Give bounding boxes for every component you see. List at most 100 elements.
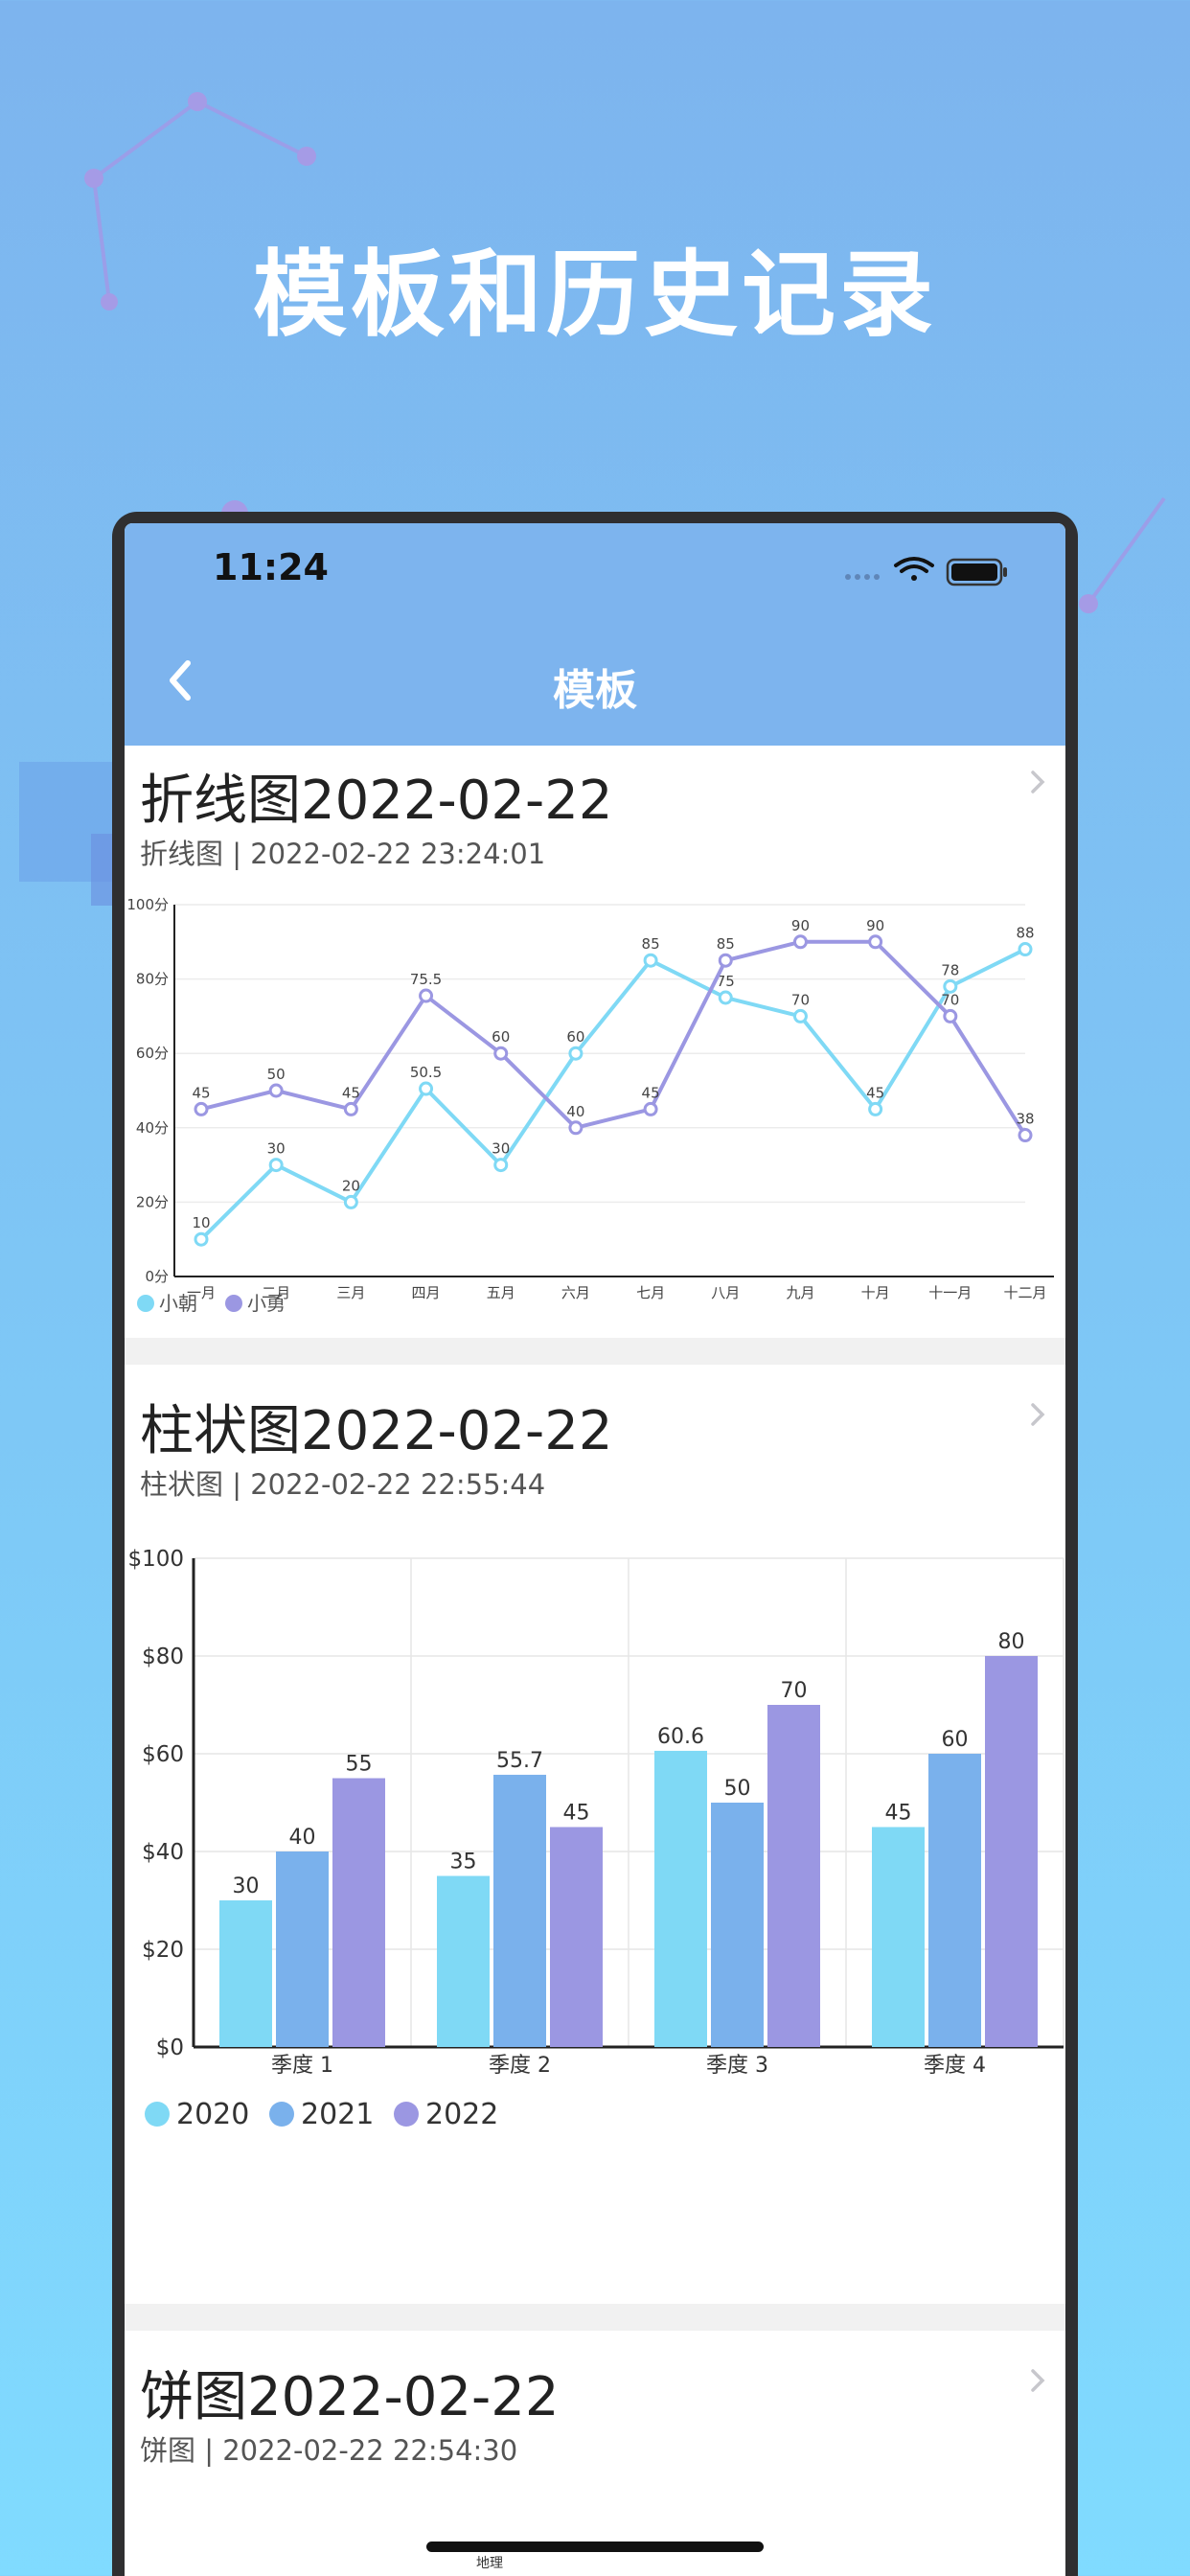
bar — [928, 1754, 981, 2047]
navigation-bar: 11:24 模板 — [125, 523, 1065, 746]
card-subtitle: 柱状图 | 2022-02-22 22:55:44 — [140, 1468, 546, 1501]
template-card-pie[interactable]: 饼图2022-02-22 饼图 | 2022-02-22 22:54:30 — [125, 2331, 1065, 2576]
data-label: 78 — [941, 961, 959, 978]
bar-chart: $0 $20 $40 $60 $80 $100 30 40 55 季度 1 35 55.7 45 季度 2… — [127, 1547, 1064, 2078]
y-tick-label: $100 — [127, 1547, 184, 1572]
data-label: 45 — [866, 1084, 884, 1101]
x-tick-label: 季度 3 — [706, 2054, 768, 2078]
legend-marker — [145, 2102, 170, 2127]
y-tick-label: 0分 — [145, 1268, 169, 1285]
legend-label: 2022 — [425, 2098, 498, 2131]
data-point — [493, 1158, 509, 1173]
legend-marker — [394, 2102, 419, 2127]
data-label: 20 — [342, 1177, 360, 1194]
data-label: 80 — [998, 1630, 1025, 1654]
series-line-小勇 — [200, 939, 1027, 1137]
data-label: 30 — [233, 1874, 260, 1898]
data-point — [343, 1194, 358, 1209]
data-point — [643, 1101, 658, 1116]
data-label: 45 — [342, 1084, 360, 1101]
data-point — [568, 1120, 584, 1136]
data-point — [792, 934, 808, 950]
bar — [711, 1803, 764, 2047]
data-label: 40 — [566, 1103, 584, 1120]
data-label: 85 — [717, 935, 735, 953]
x-tick-label: 十月 — [861, 1284, 890, 1301]
line-chart: 0分20分40分60分80分100分一月 二月 三月 四月 五月 六月 七月 八月 九月 十月 十一… — [126, 896, 1054, 1315]
status-time: 11:24 — [213, 546, 329, 588]
data-label: 10 — [192, 1214, 210, 1231]
data-label: 45 — [642, 1084, 660, 1101]
data-point — [268, 1158, 284, 1173]
data-point — [792, 1008, 808, 1024]
x-tick-label: 五月 — [487, 1284, 515, 1301]
phone-screen: 11:24 模板 折线图2022-02-22 折线图 | 2022-02-22 … — [125, 523, 1065, 2576]
section-divider — [125, 2304, 1065, 2331]
card-title: 柱状图2022-02-22 — [140, 1400, 613, 1462]
data-label: 70 — [791, 991, 810, 1008]
chevron-right-icon — [1031, 1403, 1045, 1426]
card-subtitle: 折线图 | 2022-02-22 23:24:01 — [140, 838, 546, 870]
series-line-小朝 — [199, 947, 1026, 1241]
y-tick-label: $60 — [142, 1742, 184, 1767]
bar — [219, 1900, 272, 2047]
data-label: 60 — [566, 1028, 584, 1046]
y-tick-label: 20分 — [136, 1193, 169, 1210]
data-point — [718, 953, 733, 968]
nav-title: 模板 — [553, 666, 637, 715]
bar — [872, 1827, 925, 2047]
data-label: 38 — [1016, 1111, 1034, 1128]
data-point — [568, 1046, 584, 1061]
card-title: 饼图2022-02-22 — [140, 2366, 560, 2428]
data-label: 85 — [642, 935, 660, 953]
card-title: 折线图2022-02-22 — [140, 770, 613, 832]
home-indicator[interactable] — [426, 2542, 764, 2552]
bar — [276, 1852, 329, 2047]
x-tick-label: 十一月 — [928, 1284, 972, 1301]
bar — [654, 1750, 707, 2047]
data-point — [419, 988, 434, 1003]
data-label: 55 — [346, 1753, 373, 1777]
data-point — [343, 1101, 358, 1116]
chevron-right-icon — [1031, 770, 1045, 794]
data-label: 55.7 — [496, 1749, 543, 1773]
x-tick-label: 十二月 — [1003, 1284, 1046, 1301]
x-tick-label: 季度 2 — [489, 2054, 551, 2078]
data-point — [643, 953, 658, 968]
data-label: 30 — [267, 1140, 286, 1158]
bar-chart-legend: 2020 2021 2022 — [145, 2098, 498, 2131]
chevron-right-icon — [1031, 2369, 1045, 2392]
y-tick-label: 80分 — [136, 971, 169, 988]
x-tick-label: 六月 — [561, 1284, 590, 1301]
legend-label: 小勇 — [247, 1292, 286, 1315]
legend-label: 小朝 — [159, 1292, 197, 1315]
data-label: 45 — [192, 1084, 210, 1101]
section-divider — [125, 1338, 1065, 1365]
data-label: 35 — [450, 1851, 477, 1874]
data-point — [493, 1046, 509, 1061]
x-tick-label: 八月 — [711, 1284, 740, 1301]
bar — [767, 1705, 820, 2047]
status-icons — [840, 552, 1013, 594]
x-tick-label: 九月 — [786, 1284, 814, 1301]
bar — [985, 1656, 1038, 2047]
data-label: 50 — [267, 1066, 286, 1083]
legend-marker — [137, 1295, 154, 1312]
x-tick-label: 四月 — [412, 1284, 441, 1301]
y-tick-label: $0 — [156, 2036, 184, 2060]
data-point — [268, 1083, 284, 1098]
data-point — [868, 1101, 883, 1116]
data-label: 45 — [885, 1802, 912, 1826]
headline: 模板和历史记录 — [252, 241, 937, 350]
data-label: 30 — [492, 1140, 510, 1158]
signal-icon — [845, 574, 880, 580]
bar — [493, 1774, 546, 2047]
bar — [437, 1875, 490, 2047]
data-label: 60 — [942, 1728, 969, 1752]
data-point — [943, 1008, 958, 1024]
y-tick-label: $40 — [142, 1840, 184, 1865]
y-tick-label: 100分 — [126, 896, 169, 913]
template-card-line[interactable]: 折线图2022-02-22 折线图 | 2022-02-22 23:24:01 … — [125, 746, 1065, 1338]
wifi-icon — [894, 557, 934, 581]
template-card-bar[interactable]: 柱状图2022-02-22 柱状图 | 2022-02-22 22:55:44 … — [125, 1365, 1065, 2304]
